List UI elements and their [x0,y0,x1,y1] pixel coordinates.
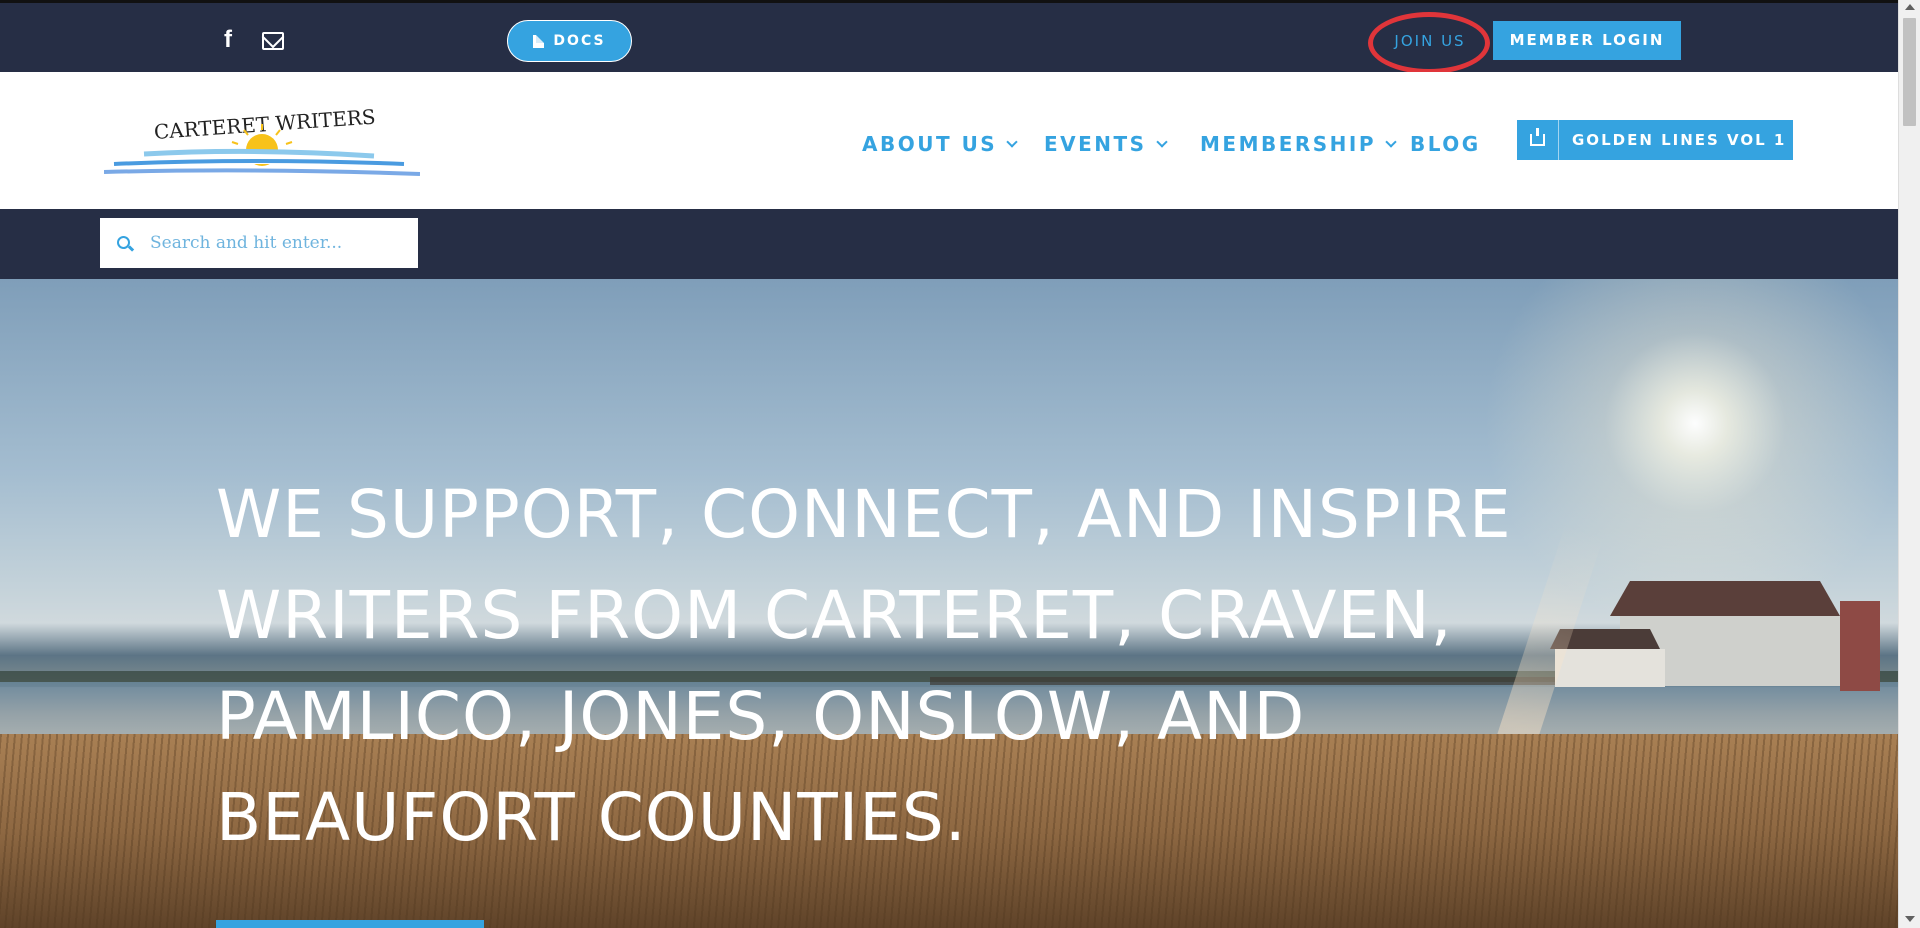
hero-banner: WE SUPPORT, CONNECT, AND INSPIRE WRITERS… [0,279,1898,928]
scroll-thumb[interactable] [1903,18,1916,126]
site-header: CARTERET WRITERS ABOUT US EVENTS MEMBERS… [0,72,1898,209]
scroll-down-arrow-icon[interactable] [1905,916,1915,922]
headline-line: WE SUPPORT, CONNECT, AND INSPIRE [216,476,1512,553]
join-us-link[interactable]: JOIN US [1379,26,1481,56]
nav-membership[interactable]: MEMBERSHIP [1200,129,1397,159]
nav-label: ABOUT US [862,132,998,156]
headline-line: WRITERS FROM CARTERET, CRAVEN, [216,577,1453,654]
headline-line: PAMLICO, JONES, ONSLOW, AND [216,678,1306,755]
golden-lines-button[interactable]: GOLDEN LINES VOL 1 [1517,120,1793,160]
hero-headline: WE SUPPORT, CONNECT, AND INSPIRE WRITERS… [216,464,1516,868]
nav-blog[interactable]: BLOG [1410,129,1481,159]
nav-label: MEMBERSHIP [1200,132,1377,156]
document-icon [533,34,545,48]
golden-lines-label: GOLDEN LINES VOL 1 [1572,131,1787,149]
nav-about-us[interactable]: ABOUT US [862,129,1018,159]
carteret-writers-logo[interactable]: CARTERET WRITERS [104,98,420,184]
docs-label: DOCS [553,33,606,49]
chevron-down-icon [1006,135,1018,148]
book-icon [1530,128,1545,146]
scroll-up-arrow-icon[interactable] [1905,4,1915,10]
member-login-button[interactable]: MEMBER LOGIN [1493,21,1681,60]
page-scrollbar[interactable] [1898,0,1920,928]
nav-label: EVENTS [1044,132,1147,156]
nav-label: BLOG [1410,132,1481,156]
top-bar: f DOCS JOIN US MEMBER LOGIN [0,0,1898,74]
search-icon[interactable] [117,236,130,249]
search-input[interactable] [150,230,405,256]
waterfront-house [1550,581,1880,691]
nav-events[interactable]: EVENTS [1044,129,1168,159]
docs-button[interactable]: DOCS [507,20,632,62]
search-box[interactable] [100,218,418,268]
mail-icon[interactable] [262,32,284,50]
headline-line: BEAUFORT COUNTIES. [216,779,967,856]
chevron-down-icon [1155,135,1168,148]
golden-lines-icon-box [1517,120,1559,160]
chevron-down-icon [1385,135,1397,148]
facebook-icon[interactable]: f [220,28,236,52]
search-band [0,209,1898,279]
hero-cta-button[interactable] [216,920,484,928]
